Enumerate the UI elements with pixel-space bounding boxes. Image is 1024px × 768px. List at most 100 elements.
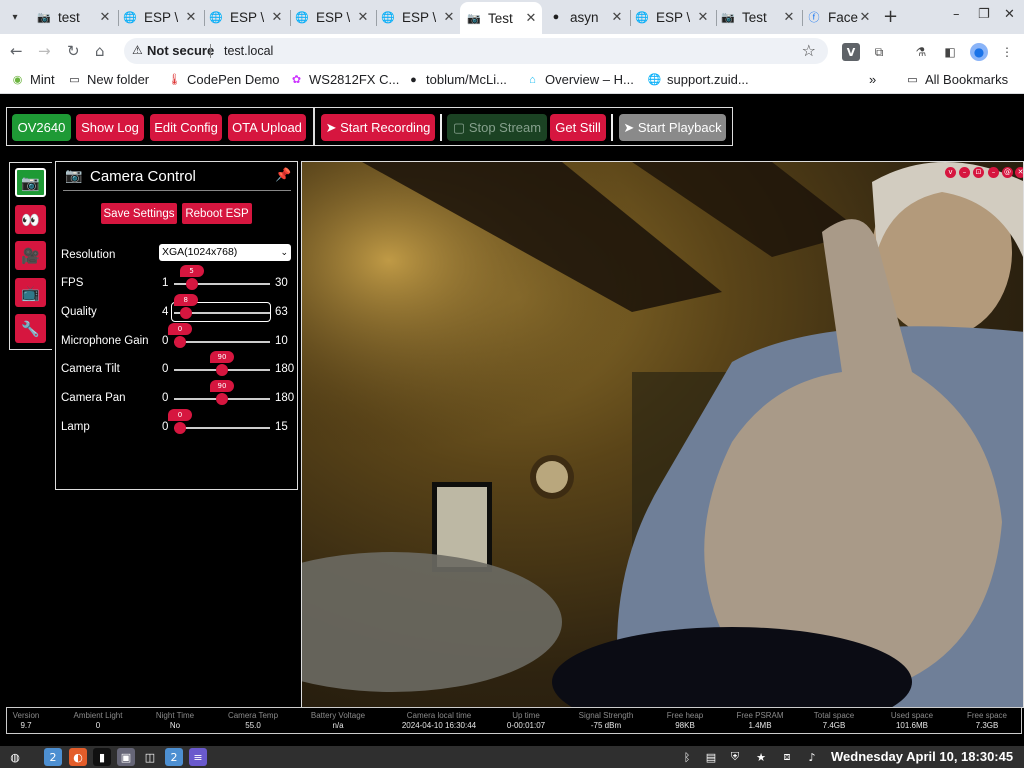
close-tab-icon[interactable]: ✕ [610, 9, 624, 25]
new-tab-button[interactable]: + [883, 6, 898, 27]
browser-tab[interactable]: 🌐 ESP \ ✕ [294, 4, 374, 30]
warning-triangle-icon[interactable]: ⚠ [132, 43, 143, 57]
eyes-tool-button[interactable]: 👀 [15, 205, 46, 234]
pin-icon[interactable]: 📌 [275, 168, 291, 183]
start-recording-button[interactable]: ➤ Start Recording [321, 114, 435, 141]
camera-tool-button[interactable]: 📷 [15, 168, 46, 197]
star-icon[interactable]: ★ [752, 748, 770, 766]
close-window-icon[interactable]: ✕ [1004, 7, 1015, 22]
tab-search-chevron-icon[interactable]: ▾ [4, 6, 26, 28]
ota-upload-button[interactable]: OTA Upload [228, 114, 306, 141]
show-log-button[interactable]: Show Log [76, 114, 144, 141]
reboot-esp-button[interactable]: Reboot ESP [182, 203, 252, 224]
browser-tab[interactable]: 📷 Test ✕ [720, 4, 800, 30]
mic-gain-slider-thumb[interactable] [174, 336, 186, 348]
save-settings-button[interactable]: Save Settings [101, 203, 177, 224]
extensions-puzzle-icon[interactable]: ⧉ [870, 43, 888, 61]
files-icon[interactable]: ▣ [117, 748, 135, 766]
extension-v-icon[interactable]: V [842, 43, 860, 61]
address-bar[interactable]: ⚠ Not secure test.local ☆ [124, 38, 828, 64]
browser-tab-active[interactable]: 📷 Test ✕ [460, 2, 542, 34]
video-rotate-control[interactable]: @ [1002, 167, 1013, 178]
network-icon[interactable]: ⧈ [778, 748, 796, 766]
close-tab-icon[interactable]: ✕ [356, 9, 370, 25]
tv-tool-button[interactable]: 📺 [15, 278, 46, 307]
bluetooth-icon[interactable]: ᛒ [678, 748, 696, 766]
close-tab-icon[interactable]: ✕ [442, 9, 456, 25]
video-zoom-control[interactable]: ⊡ [973, 167, 984, 178]
home-icon[interactable]: ⌂ [95, 42, 105, 60]
resolution-select[interactable]: XGA(1024x768) ⌄ [159, 244, 291, 261]
firefox-icon[interactable]: ◐ [69, 748, 87, 766]
camera-model-button[interactable]: OV2640 [12, 114, 71, 141]
close-tab-icon[interactable]: ✕ [184, 9, 198, 25]
bookmark-item[interactable]: 🌡 CodePen Demo [167, 72, 280, 87]
browser-tab[interactable]: 🌐 ESP \ ✕ [208, 4, 288, 30]
restore-icon[interactable]: ❐ [978, 7, 990, 22]
bookmark-item[interactable]: 🌐 support.zuid... [647, 72, 749, 87]
video-v-control[interactable]: v [945, 167, 956, 178]
terminal-icon[interactable]: ▮ [93, 748, 111, 766]
back-arrow-icon[interactable]: ← [10, 42, 23, 60]
close-tab-icon[interactable]: ✕ [270, 9, 284, 25]
browser-tab[interactable]: 🌐 ESP \ ✕ [634, 4, 714, 30]
clipboard-icon[interactable]: ▤ [702, 748, 720, 766]
video-minimize-control[interactable]: – [959, 167, 970, 178]
bookmark-item[interactable]: ✿ WS2812FX C... [289, 72, 399, 87]
reload-icon[interactable]: ↻ [67, 42, 80, 60]
workspace-badge-icon[interactable]: 2 [44, 748, 62, 766]
quality-slider-thumb[interactable] [179, 307, 192, 319]
camera-icon: 📷 [37, 11, 51, 24]
browser-tab[interactable]: ● asyn ✕ [548, 4, 628, 30]
text-editor-icon[interactable]: ≡ [189, 748, 207, 766]
url-text[interactable]: test.local [224, 44, 273, 58]
screenshot-icon[interactable]: ◫ [141, 748, 159, 766]
camera-icon: 📷 [65, 168, 83, 184]
camera-tilt-slider-thumb[interactable] [216, 364, 228, 376]
close-tab-icon[interactable]: ✕ [696, 9, 710, 25]
stop-stream-button[interactable]: ▢ Stop Stream [447, 114, 547, 141]
more-bookmarks-chevron[interactable]: » [869, 72, 876, 87]
mic-gain-slider[interactable] [174, 341, 270, 343]
close-tab-icon[interactable]: ✕ [782, 9, 796, 25]
profile-avatar-icon[interactable]: ● [970, 43, 988, 61]
video-shrink-control[interactable]: – [988, 167, 999, 178]
browser-tab[interactable]: 🌐 ESP \ ✕ [122, 4, 202, 30]
video-close-control[interactable]: ✕ [1015, 167, 1023, 178]
bookmark-item[interactable]: ⌂ Overview – H... [525, 72, 634, 87]
start-playback-button[interactable]: ➤ Start Playback [619, 114, 726, 141]
browser-tab[interactable]: 🌐 ESP \ ✕ [380, 4, 460, 30]
workspace-badge-icon[interactable]: 2 [165, 748, 183, 766]
mint-menu-icon[interactable]: ◍ [6, 748, 24, 766]
security-label[interactable]: Not secure [147, 43, 214, 58]
close-tab-icon[interactable]: ✕ [98, 9, 112, 25]
more-menu-icon[interactable]: ⋮ [998, 43, 1016, 61]
get-still-button[interactable]: Get Still [550, 114, 606, 141]
lamp-slider-thumb[interactable] [174, 422, 186, 434]
shield-icon[interactable]: ⛨ [726, 748, 744, 766]
camera-pan-slider-thumb[interactable] [216, 393, 228, 405]
bookmark-star-icon[interactable]: ☆ [802, 41, 816, 60]
bookmark-folder[interactable]: ▭ New folder [67, 72, 149, 87]
browser-tab[interactable]: ⓕ Face ✕ [806, 4, 876, 30]
status-value: 98KB [675, 721, 695, 730]
fps-slider-thumb[interactable] [185, 278, 198, 290]
minimize-icon[interactable]: – [953, 7, 960, 22]
all-bookmarks[interactable]: ▭ All Bookmarks [905, 72, 1008, 87]
volume-icon[interactable]: ♪ [803, 748, 821, 766]
side-panel-icon[interactable]: ◧ [941, 43, 959, 61]
lamp-slider[interactable] [174, 427, 270, 429]
taskbar-clock[interactable]: Wednesday April 10, 18:30:45 [831, 749, 1013, 764]
browser-tab[interactable]: 📷 test ✕ [36, 4, 116, 30]
bookmark-item[interactable]: ◉ Mint [10, 72, 55, 87]
close-tab-icon[interactable]: ✕ [858, 9, 872, 25]
bookmark-item[interactable]: ● toblum/McLi... [406, 72, 507, 87]
edit-config-button[interactable]: Edit Config [150, 114, 222, 141]
video-camera-tool-button[interactable]: 🎥 [15, 241, 46, 270]
wrench-tool-button[interactable]: 🔧 [15, 314, 46, 343]
forward-arrow-icon[interactable]: → [38, 42, 51, 60]
camera-video-feed[interactable]: v – ⊡ – @ ✕ [301, 161, 1024, 708]
close-tab-icon[interactable]: ✕ [524, 10, 538, 26]
lab-flask-icon[interactable]: ⚗ [912, 43, 930, 61]
lamp-max-value: 15 [275, 421, 288, 433]
